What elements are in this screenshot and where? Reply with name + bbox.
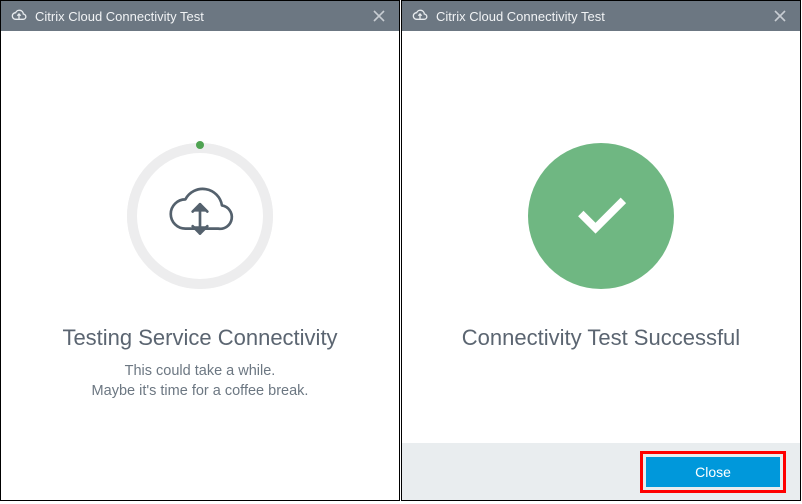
cloud-up-icon bbox=[412, 8, 428, 24]
close-icon[interactable] bbox=[768, 4, 792, 28]
progress-tick bbox=[196, 141, 204, 149]
status-subtext: This could take a while. Maybe it's time… bbox=[92, 361, 309, 402]
connectivity-test-dialog-running: Citrix Cloud Connectivity Test bbox=[0, 0, 400, 501]
dialog-footer: Close bbox=[402, 443, 800, 500]
status-heading: Testing Service Connectivity bbox=[62, 325, 337, 351]
titlebar: Citrix Cloud Connectivity Test bbox=[1, 1, 399, 31]
check-icon bbox=[566, 179, 636, 254]
dialog-title: Citrix Cloud Connectivity Test bbox=[35, 9, 367, 24]
close-button-highlight: Close bbox=[640, 451, 786, 493]
close-icon[interactable] bbox=[367, 4, 391, 28]
status-subtext-line2: Maybe it's time for a coffee break. bbox=[92, 381, 309, 401]
cloud-sync-icon bbox=[161, 175, 239, 258]
dialog-title: Citrix Cloud Connectivity Test bbox=[436, 9, 768, 24]
cloud-up-icon bbox=[11, 8, 27, 24]
dialog-body: Connectivity Test Successful bbox=[402, 31, 800, 443]
close-button[interactable]: Close bbox=[646, 457, 780, 487]
connectivity-test-dialog-success: Citrix Cloud Connectivity Test Connectiv… bbox=[401, 0, 801, 501]
progress-spinner bbox=[127, 143, 273, 289]
status-heading: Connectivity Test Successful bbox=[462, 325, 740, 351]
success-circle bbox=[528, 143, 674, 289]
titlebar: Citrix Cloud Connectivity Test bbox=[402, 1, 800, 31]
dialog-body: Testing Service Connectivity This could … bbox=[1, 31, 399, 500]
status-subtext-line1: This could take a while. bbox=[92, 361, 309, 381]
